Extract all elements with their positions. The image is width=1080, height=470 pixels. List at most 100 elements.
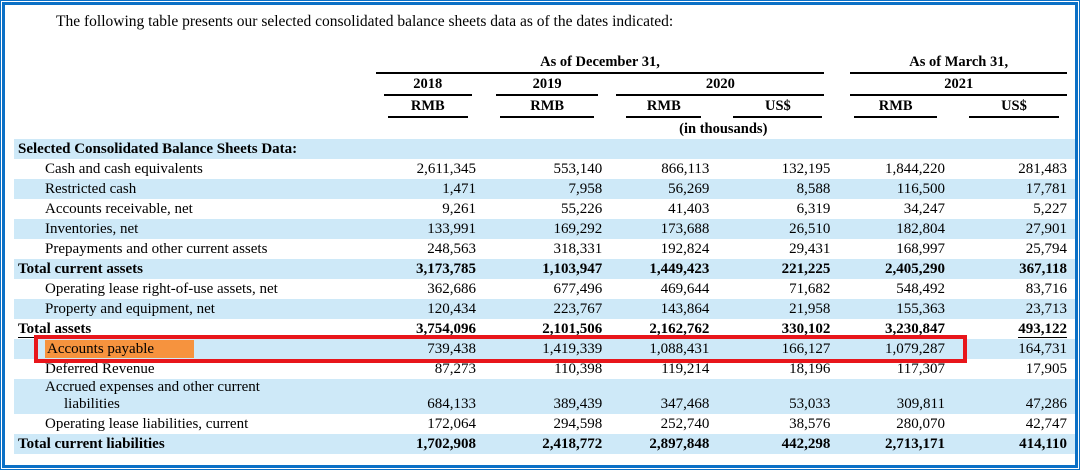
cell-value: 29,431	[717, 239, 838, 259]
row-label: Accrued expenses and other currentliabil…	[14, 379, 372, 414]
cell-value	[953, 139, 1075, 159]
header-spacer	[14, 74, 372, 96]
cell-value: 309,811	[838, 379, 953, 414]
row-label: Accounts receivable, net	[14, 199, 372, 219]
cell-value: 8,588	[717, 179, 838, 199]
cell-value: 362,686	[372, 279, 484, 299]
header-currency: US$	[717, 96, 838, 118]
cell-value: 132,195	[717, 159, 838, 179]
cell-value: 119,214	[610, 359, 717, 379]
cell-value: 414,110	[953, 434, 1075, 454]
cell-value: 1,702,908	[372, 434, 484, 454]
cell-value: 1,079,287	[838, 339, 953, 359]
balance-sheet-table: As of December 31, As of March 31, 2018 …	[14, 53, 1075, 454]
table-row: Operating lease liabilities, current172,…	[14, 414, 1075, 434]
cell-value: 294,598	[484, 414, 610, 434]
cell-value: 116,500	[838, 179, 953, 199]
cell-value: 182,804	[838, 219, 953, 239]
row-label: Accounts payable	[14, 339, 372, 359]
cell-value: 172,064	[372, 414, 484, 434]
header-currency: RMB	[372, 96, 484, 118]
row-label: Total current assets	[14, 259, 372, 279]
cell-value: 1,419,339	[484, 339, 610, 359]
cell-value: 866,113	[610, 159, 717, 179]
row-label: Operating lease liabilities, current	[14, 414, 372, 434]
header-currency: RMB	[610, 96, 717, 118]
cell-value: 168,997	[838, 239, 953, 259]
header-unit-row: (in thousands)	[14, 118, 1075, 139]
cell-value: 169,292	[484, 219, 610, 239]
table-row: Property and equipment, net120,434223,76…	[14, 299, 1075, 319]
cell-value: 192,824	[610, 239, 717, 259]
header-year-2018: 2018	[372, 74, 484, 96]
cell-value: 442,298	[717, 434, 838, 454]
row-label: Total assets	[14, 319, 372, 339]
header-currency: US$	[953, 96, 1075, 118]
cell-value: 38,576	[717, 414, 838, 434]
row-label: Selected Consolidated Balance Sheets Dat…	[14, 139, 372, 159]
cell-value	[717, 139, 838, 159]
cell-value: 17,781	[953, 179, 1075, 199]
header-spacer	[14, 118, 372, 139]
table-row: Accounts receivable, net9,26155,22641,40…	[14, 199, 1075, 219]
cell-value: 548,492	[838, 279, 953, 299]
header-spacer	[14, 96, 372, 118]
row-label: Property and equipment, net	[14, 299, 372, 319]
header-group-december: As of December 31,	[372, 53, 839, 74]
table-row: Accrued expenses and other currentliabil…	[14, 379, 1075, 414]
cell-value: 18,196	[717, 359, 838, 379]
cell-value: 143,864	[610, 299, 717, 319]
cell-value	[484, 139, 610, 159]
cell-value: 223,767	[484, 299, 610, 319]
cell-value: 53,033	[717, 379, 838, 414]
cell-value: 1,471	[372, 179, 484, 199]
cell-value: 34,247	[838, 199, 953, 219]
cell-value	[372, 139, 484, 159]
cell-value: 120,434	[372, 299, 484, 319]
header-group-march-label: As of March 31,	[850, 54, 1067, 74]
cell-value: 173,688	[610, 219, 717, 239]
cell-value: 23,713	[953, 299, 1075, 319]
cell-value: 248,563	[372, 239, 484, 259]
cell-value: 318,331	[484, 239, 610, 259]
orange-highlight: Accounts payable	[45, 340, 194, 358]
cell-value: 3,230,847	[838, 319, 953, 339]
cell-value: 133,991	[372, 219, 484, 239]
header-spacer	[14, 53, 372, 74]
document-page: The following table presents our selecte…	[0, 0, 1080, 470]
cell-value: 164,731	[953, 339, 1075, 359]
cell-value: 2,897,848	[610, 434, 717, 454]
header-group-row: As of December 31, As of March 31,	[14, 53, 1075, 74]
cell-value: 110,398	[484, 359, 610, 379]
cell-value: 56,269	[610, 179, 717, 199]
cell-value	[838, 139, 953, 159]
cell-value: 27,901	[953, 219, 1075, 239]
cell-value: 42,747	[953, 414, 1075, 434]
header-year-2019: 2019	[484, 74, 610, 96]
cell-value: 367,118	[953, 259, 1075, 279]
cell-value: 280,070	[838, 414, 953, 434]
cell-value: 25,794	[953, 239, 1075, 259]
cell-value: 71,682	[717, 279, 838, 299]
intro-text: The following table presents our selecte…	[0, 0, 1080, 31]
cell-value: 2,101,506	[484, 319, 610, 339]
cell-value: 26,510	[717, 219, 838, 239]
row-label: Total current liabilities	[14, 434, 372, 454]
cell-value: 47,286	[953, 379, 1075, 414]
unit-note: (in thousands)	[372, 118, 1075, 139]
table-row: Operating lease right-of-use assets, net…	[14, 279, 1075, 299]
cell-value: 166,127	[717, 339, 838, 359]
cell-value: 252,740	[610, 414, 717, 434]
row-label: Operating lease right-of-use assets, net	[14, 279, 372, 299]
row-label: Inventories, net	[14, 219, 372, 239]
header-year-row: 2018 2019 2020 2021	[14, 74, 1075, 96]
table-header: As of December 31, As of March 31, 2018 …	[14, 53, 1075, 139]
cell-value: 1,103,947	[484, 259, 610, 279]
header-currency-row: RMB RMB RMB US$ RMB US$	[14, 96, 1075, 118]
table-row: Total current assets3,173,7851,103,9471,…	[14, 259, 1075, 279]
table-row: Total current liabilities1,702,9082,418,…	[14, 434, 1075, 454]
cell-value: 21,958	[717, 299, 838, 319]
cell-value: 2,405,290	[838, 259, 953, 279]
cell-value: 493,122	[953, 319, 1075, 339]
cell-value: 9,261	[372, 199, 484, 219]
